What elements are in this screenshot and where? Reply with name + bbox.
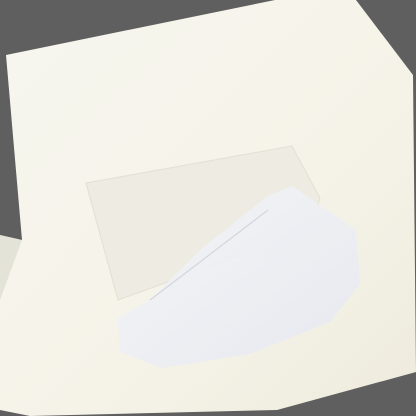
photo-scene: That's not fairHe likesThat is a very br… [0, 0, 416, 416]
